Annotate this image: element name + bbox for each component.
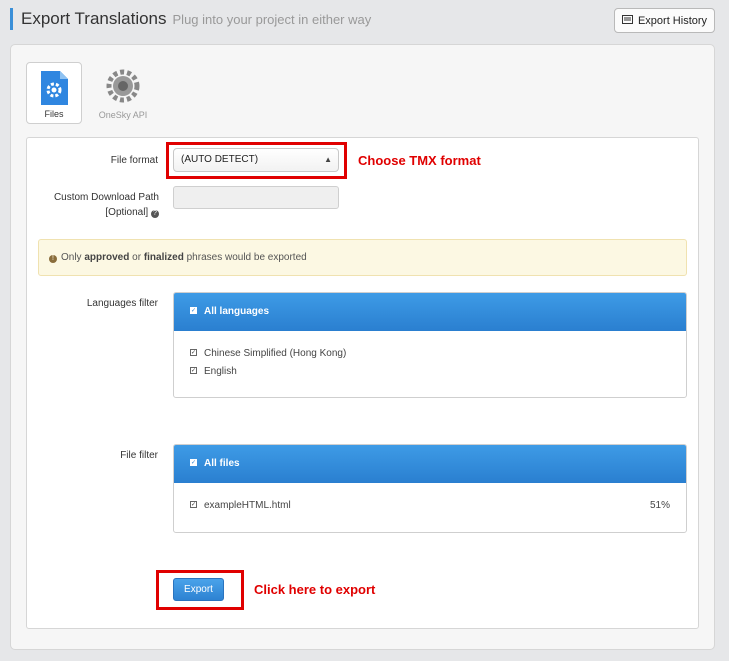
languages-filter-label: Languages filter xyxy=(86,298,158,309)
page-title: Export Translations Plug into your projec… xyxy=(21,9,371,29)
file-gear-icon xyxy=(39,70,69,109)
file-item[interactable]: ✓ exampleHTML.html xyxy=(190,500,291,511)
page-subtitle: Plug into your project in either way xyxy=(172,12,372,27)
tab-onesky-api-label: OneSky API xyxy=(98,110,148,120)
alert-suffix: phrases would be exported xyxy=(186,252,307,263)
custom-path-label-line1: Custom Download Path xyxy=(53,192,159,203)
highlight-box-export xyxy=(156,570,244,610)
export-annotation: Click here to export xyxy=(254,582,376,597)
file-filter: ✓ All files ✓ exampleHTML.html 51% xyxy=(173,444,687,533)
help-icon[interactable]: ? xyxy=(151,210,159,218)
file-progress-percent: 51% xyxy=(649,500,670,511)
info-icon: ! xyxy=(49,255,57,263)
languages-all-checkbox[interactable]: ✓ All languages xyxy=(174,293,686,331)
language-label: Chinese Simplified (Hong Kong) xyxy=(204,348,347,359)
alert-approved: approved xyxy=(84,252,130,263)
export-history-button[interactable]: Export History xyxy=(614,8,715,33)
file-filter-label: File filter xyxy=(120,450,158,461)
header-accent-bar xyxy=(10,8,13,30)
language-item[interactable]: ✓ Chinese Simplified (Hong Kong) xyxy=(190,348,346,359)
language-item[interactable]: ✓ English xyxy=(190,366,237,377)
checkbox-checked-icon: ✓ xyxy=(190,366,197,374)
tab-files-label: Files xyxy=(44,109,64,119)
files-all-checkbox[interactable]: ✓ All files xyxy=(174,445,686,483)
custom-path-label-line2: [Optional] xyxy=(105,207,149,218)
files-all-label: All files xyxy=(204,458,240,469)
page-title-text: Export Translations xyxy=(21,9,167,28)
alert-prefix: Only xyxy=(61,252,82,263)
highlight-box-format xyxy=(166,142,347,179)
tab-onesky-api[interactable]: OneSky API xyxy=(94,62,152,124)
alert-or: or xyxy=(132,252,142,263)
languages-filter: ✓ All languages ✓ Chinese Simplified (Hong… xyxy=(173,292,687,398)
file-format-label: File format xyxy=(110,155,158,166)
gear-icon xyxy=(106,69,140,106)
checkbox-checked-icon: ✓ xyxy=(190,458,197,466)
list-icon xyxy=(621,14,633,27)
export-history-label: Export History xyxy=(637,14,708,27)
alert-box: ! Only approved or finalized phrases woul… xyxy=(38,239,687,276)
checkbox-checked-icon: ✓ xyxy=(190,306,197,314)
languages-all-label: All languages xyxy=(204,306,270,317)
file-name: exampleHTML.html xyxy=(204,500,291,511)
language-label: English xyxy=(204,366,237,377)
custom-path-input[interactable] xyxy=(173,186,339,209)
checkbox-checked-icon: ✓ xyxy=(190,348,197,356)
tab-files[interactable]: Files xyxy=(26,62,82,124)
checkbox-checked-icon: ✓ xyxy=(190,500,197,508)
alert-finalized: finalized xyxy=(143,252,184,263)
format-annotation: Choose TMX format xyxy=(358,153,481,168)
custom-path-label: Custom Download Path [Optional] ? xyxy=(30,190,159,220)
